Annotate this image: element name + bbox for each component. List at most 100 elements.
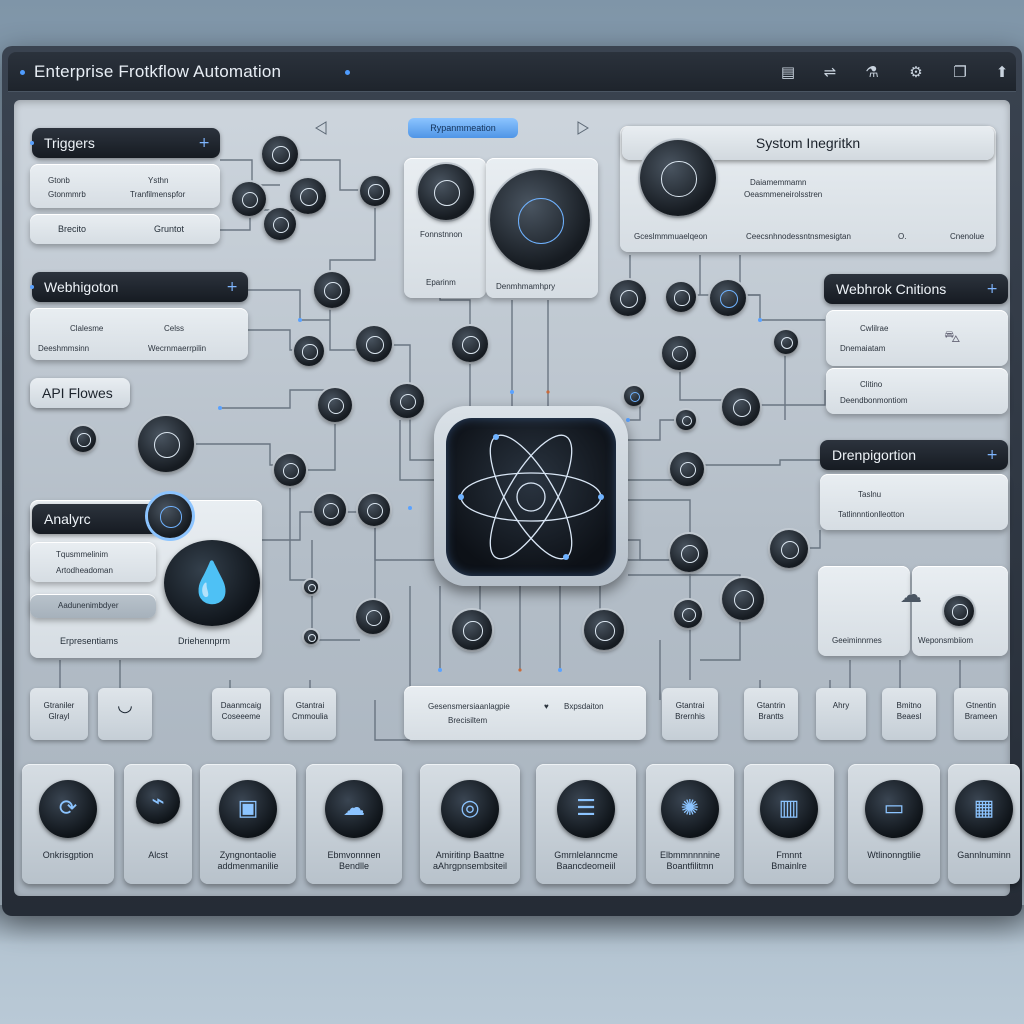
tile-label: Amiritinp Baattne aAhrgpnsembsiteil xyxy=(432,850,508,871)
flow-node[interactable] xyxy=(390,384,424,418)
flow-node[interactable] xyxy=(358,494,390,526)
analytics-title: Analyrc xyxy=(44,511,91,527)
flow-node[interactable] xyxy=(452,326,488,362)
flow-node[interactable] xyxy=(294,336,324,366)
triggers-card-2[interactable]: Brecito Gruntot xyxy=(30,214,220,244)
webhook-right-c2-a: Clitino xyxy=(860,380,883,389)
flow-node[interactable] xyxy=(666,282,696,312)
bottom-center-right: Bxpsdaiton xyxy=(564,702,604,711)
atom-icon xyxy=(458,434,604,560)
webhook-left-a1: Clalesme xyxy=(70,324,104,333)
add-icon[interactable]: + xyxy=(986,274,998,304)
center-node-large[interactable] xyxy=(490,170,590,270)
upload-icon[interactable]: ⬆ xyxy=(992,62,1012,82)
flow-node[interactable] xyxy=(452,610,492,650)
tile[interactable]: ◎ Amiritinp Baattne aAhrgpnsembsiteil xyxy=(420,764,520,884)
tile[interactable]: ⌁ Alcst xyxy=(124,764,192,884)
flow-node[interactable] xyxy=(670,452,704,486)
flow-node[interactable] xyxy=(304,630,318,644)
add-icon[interactable]: + xyxy=(226,272,238,302)
center-node-small[interactable] xyxy=(418,164,474,220)
settings-icon[interactable]: ⚙ xyxy=(906,62,926,82)
orchestration-card[interactable]: Taslnu Tatlinnntionlleotton xyxy=(820,474,1008,530)
mini-button[interactable]: Gtantrai Cmmoulia xyxy=(284,688,336,740)
flask-icon[interactable]: ⚗ xyxy=(862,62,882,82)
mini-button[interactable]: Bmitno Beaesl xyxy=(882,688,936,740)
flow-node[interactable] xyxy=(722,578,764,620)
flow-node[interactable] xyxy=(232,182,266,216)
triggers-card[interactable]: Gtonb Ysthn Gtonmmrb Tranfilmenspfor xyxy=(30,164,220,208)
webhook-right-card-1[interactable]: Cwlilrae Dnemaiatam ⛍ xyxy=(826,310,1008,366)
share-icon[interactable]: ⇌ xyxy=(820,62,840,82)
analytics-toggle-icon[interactable] xyxy=(148,494,192,538)
app-title: Enterprise Frotkflow Automation xyxy=(34,62,282,81)
api-node-1[interactable] xyxy=(70,426,96,452)
webhook-right-card-2[interactable]: Clitino Deendbonmontiom xyxy=(826,368,1008,414)
flow-node[interactable] xyxy=(674,600,702,628)
analytics-item-1-b: Artodheadoman xyxy=(56,566,113,575)
add-icon[interactable]: + xyxy=(986,440,998,470)
api-node-2[interactable] xyxy=(138,416,194,472)
flow-node[interactable] xyxy=(290,178,326,214)
mini-button[interactable]: Gtantrai Brernhis xyxy=(662,688,718,740)
copy-icon[interactable]: ❐ xyxy=(950,62,970,82)
bottom-center-panel[interactable]: Gesensmersiaanlagpie Brecisiltem ♥ Bxpsd… xyxy=(404,686,646,740)
webhook-left-header[interactable]: Webhigoton + xyxy=(30,272,248,302)
mini-button[interactable]: Daanmcaig Coseeeme xyxy=(212,688,270,740)
flow-node[interactable] xyxy=(356,326,392,362)
orchestration-line2: Tatlinnntionlleotton xyxy=(838,510,905,519)
tile[interactable]: ▣ Zyngnontaolie addmenmanilie xyxy=(200,764,296,884)
flow-node[interactable] xyxy=(264,208,296,240)
system-footer-4: Cnenolue xyxy=(950,232,985,241)
flow-node[interactable] xyxy=(314,494,346,526)
flow-node[interactable] xyxy=(662,336,696,370)
cloud-panel-left[interactable]: Geeiminnrnes xyxy=(818,566,910,656)
triggers-header[interactable]: Triggers + xyxy=(30,128,220,158)
flow-node[interactable] xyxy=(676,410,696,430)
tile[interactable]: ▥ Fmnnt Bmainlre xyxy=(744,764,834,884)
flow-node[interactable] xyxy=(722,388,760,426)
flow-node[interactable] xyxy=(584,610,624,650)
analytics-item-2[interactable]: Aadunenimbdyer xyxy=(30,594,156,618)
tile[interactable]: ☰ Gmrnlelanncme Baancdeomeiil xyxy=(536,764,636,884)
webhook-left-card[interactable]: Clalesme Celss Deeshmmsinn Wecrnmaerrpil… xyxy=(30,308,248,360)
mini-button[interactable]: Gtraniler Glrayl xyxy=(30,688,88,740)
flow-node[interactable] xyxy=(360,176,390,206)
flow-node[interactable] xyxy=(624,386,644,406)
flow-node[interactable] xyxy=(274,454,306,486)
tile[interactable]: ▦ Gannlnuminn xyxy=(948,764,1020,884)
system-node-icon[interactable] xyxy=(640,140,716,216)
mini-button[interactable]: Ahry xyxy=(816,688,866,740)
tile[interactable]: ▭ Wtlinonngtilie xyxy=(848,764,940,884)
flow-node[interactable] xyxy=(318,388,352,422)
api-flows-header[interactable]: API Flowes xyxy=(30,378,130,408)
flow-node[interactable] xyxy=(710,280,746,316)
mini-button[interactable]: Gtnentin Brameen xyxy=(954,688,1008,740)
flow-node[interactable] xyxy=(262,136,298,172)
document-icon[interactable]: ▤ xyxy=(778,62,798,82)
tile-label: Wtlinonngtilie xyxy=(867,850,921,860)
flow-node[interactable] xyxy=(304,580,318,594)
triggers-title: Triggers xyxy=(44,135,95,151)
orchestration-header[interactable]: Drenpigortion + xyxy=(820,440,1008,470)
triggers-row2-b: Gruntot xyxy=(154,224,185,234)
bar-chart-icon: ▥ xyxy=(760,780,818,838)
webhook-right-c1-b: Dnemaiatam xyxy=(840,344,886,353)
analytics-item-1[interactable]: Tqusmmelinim Artodheadoman xyxy=(30,542,156,582)
top-tag[interactable]: Rypanmmeation xyxy=(408,118,518,138)
webhook-right-header[interactable]: Webhrok Cnitions + xyxy=(824,274,1008,304)
cloud-node[interactable] xyxy=(944,596,974,626)
tile[interactable]: ☁ Ebmvonnnen Bendlle xyxy=(306,764,402,884)
mini-button[interactable]: Gtantrin Brantts xyxy=(744,688,798,740)
flow-node[interactable] xyxy=(670,534,708,572)
tile[interactable]: ⟳ Onkrisgption xyxy=(22,764,114,884)
flow-node[interactable] xyxy=(314,272,350,308)
flow-node[interactable] xyxy=(610,280,646,316)
refresh-icon[interactable]: ◡ xyxy=(98,688,152,740)
add-icon[interactable]: + xyxy=(198,128,210,158)
flow-node[interactable] xyxy=(770,530,808,568)
flow-node[interactable] xyxy=(774,330,798,354)
tile[interactable]: ✺ Elbmmnnnnine Boantfilitmn xyxy=(646,764,734,884)
system-footer-2: Ceecsnhnodessntnsmesigtan xyxy=(746,232,851,241)
flow-node[interactable] xyxy=(356,600,390,634)
